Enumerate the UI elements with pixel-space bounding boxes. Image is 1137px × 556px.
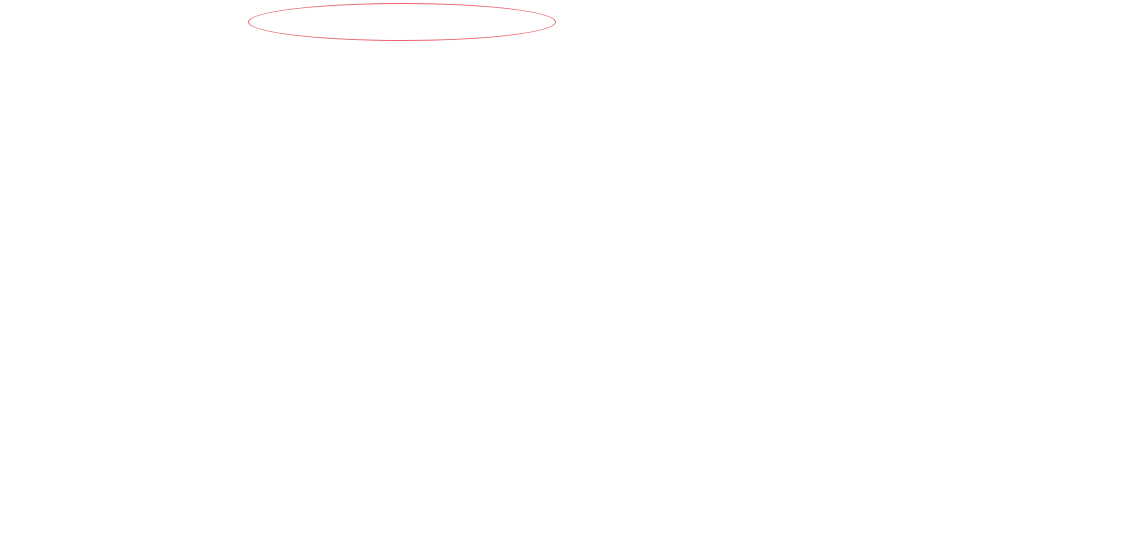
terminal-line-comment: comment: # Optionally sets the descripti — [0, 324, 790, 348]
terminal-line-prompt: [root@localhost ~]# ansible-doc -s user — [0, 6, 790, 30]
terminal-line-module: user: — [0, 54, 790, 78]
terminal-line-create-home-wrap-3: is created or if — [400, 444, 1137, 468]
terminal-line-comment-wrap-1: user account. — [400, 348, 1137, 372]
terminal-line-append-wrap-5: specified in — [400, 204, 1137, 228]
terminal-line-append-wrap-3: only be added to — [400, 156, 1137, 180]
terminal-line-append-wrap-2: `no', user will — [400, 132, 1137, 156]
terminal-line-name: - name: Manage user accounts — [0, 30, 790, 54]
terminal-line-append-wrap-6: `groups', — [400, 228, 1137, 252]
terminal-line-create-home-wrap-4: the home — [400, 468, 1137, 492]
terminal-line-create-home-wrap-2: when the account — [400, 420, 1137, 444]
terminal-output[interactable]: [root@localhost ~]# ansible-doc -s user … — [0, 0, 1137, 556]
terminal-line-append-wrap-8: from all other — [400, 276, 1137, 300]
terminal-line-append: append: # If `yes', add the user to the — [0, 84, 790, 108]
terminal-line-append-wrap-9: groups. — [400, 300, 1137, 324]
terminal-line-create-home-wrap-1: made for the user — [400, 396, 1137, 420]
terminal-line-append-wrap-4: the groups — [400, 180, 1137, 204]
terminal-line-create-home: create_home: # Unless set to `no', a hom… — [0, 372, 790, 396]
terminal-screenshot: [root@localhost ~]# ansible-doc -s user … — [0, 0, 1137, 556]
terminal-line-append-wrap-1: in `groups'. If — [400, 108, 1137, 132]
terminal-line-create-home-wrap-5: directory does — [400, 492, 1137, 516]
terminal-line-create-home-wrap-6: not exist. — [400, 516, 1137, 540]
terminal-line-append-wrap-7: removing them — [400, 252, 1137, 276]
